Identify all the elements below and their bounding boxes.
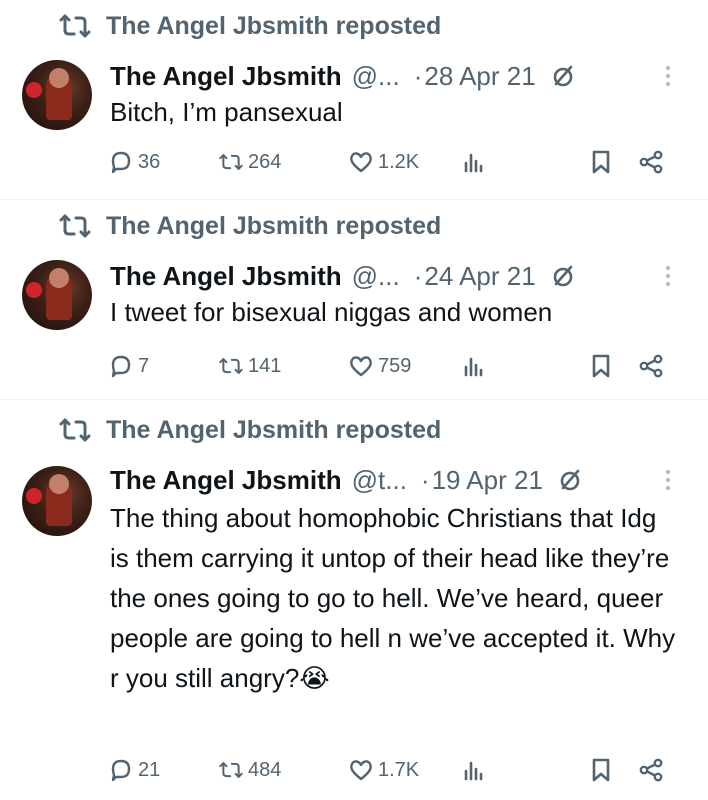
tweet-header: The Angel Jbsmith @... · 28 Apr 21 [110,56,678,96]
tweet[interactable]: The Angel Jbsmith reposted The Angel Jbs… [0,0,708,200]
reply-count: 7 [138,354,150,377]
tweet-actions: 36 264 1.2K [108,142,678,182]
tweet-date[interactable]: 19 Apr 21 [432,465,543,496]
share-icon [639,150,663,174]
repost-icon [59,214,91,238]
bookmark-button[interactable] [588,750,614,790]
tweet-text: Bitch, I’m pansexual [110,97,343,127]
tweet-text: I tweet for bisexual niggas and women [110,297,553,327]
views-icon [464,153,483,173]
avatar[interactable] [22,60,92,130]
tweet-text: The thing about homophobic Christians th… [110,503,683,693]
share-button[interactable] [638,346,664,386]
tweet-header: The Angel Jbsmith @t... · 19 Apr 21 [110,460,678,500]
edited-icon [553,65,572,87]
retweet-icon [219,154,243,170]
reply-count: 21 [138,758,161,781]
like-button[interactable]: 1.2K [348,142,419,182]
retweet-icon [219,358,243,374]
timeline-feed: The Angel Jbsmith reposted The Angel Jbs… [0,0,708,800]
views-icon [464,761,483,781]
heart-icon [350,356,372,377]
like-count: 1.2K [378,150,420,173]
repost-indicator: The Angel Jbsmith reposted [58,414,441,446]
reply-icon [111,355,131,378]
retweet-icon [219,762,243,778]
bookmark-icon [592,150,610,174]
repost-icon [59,14,91,38]
repost-user-name[interactable]: The Angel Jbsmith [106,416,329,444]
views-button[interactable] [460,346,486,386]
retweet-button[interactable]: 264 [218,142,281,182]
more-icon[interactable] [658,56,678,96]
bookmark-icon [592,758,610,782]
tweet[interactable]: The Angel Jbsmith reposted The Angel Jbs… [0,200,708,400]
views-icon [464,357,483,377]
more-icon[interactable] [658,256,678,296]
heart-icon [350,152,372,173]
reply-icon [111,151,131,174]
repost-label: reposted [335,415,442,444]
avatar[interactable] [22,260,92,330]
retweet-count: 264 [248,150,282,173]
reply-button[interactable]: 21 [108,750,160,790]
more-icon[interactable] [658,460,678,500]
repost-indicator: The Angel Jbsmith reposted [58,210,441,242]
edited-icon [553,265,572,287]
reply-button[interactable]: 36 [108,142,160,182]
separator-dot: · [420,464,430,495]
repost-label: reposted [335,211,442,240]
author-handle[interactable]: @... [352,61,400,92]
views-button[interactable] [460,142,486,182]
retweet-button[interactable]: 141 [218,346,281,386]
share-button[interactable] [638,750,664,790]
share-icon [639,758,663,782]
tweet-header: The Angel Jbsmith @... · 24 Apr 21 [110,256,678,296]
like-button[interactable]: 1.7K [348,750,419,790]
repost-icon [59,418,91,442]
like-count: 759 [378,354,412,377]
repost-label: reposted [335,11,442,40]
reply-button[interactable]: 7 [108,346,149,386]
tweet[interactable]: The Angel Jbsmith reposted The Angel Jbs… [0,400,708,800]
separator-dot: · [413,260,423,291]
retweet-count: 141 [248,354,282,377]
repost-user-name[interactable]: The Angel Jbsmith [106,212,329,240]
like-count: 1.7K [378,758,420,781]
tweet-date[interactable]: 28 Apr 21 [424,61,535,92]
tweet-actions: 7 141 759 [108,346,678,386]
reply-icon [111,759,131,782]
share-icon [639,354,663,378]
repost-user-name[interactable]: The Angel Jbsmith [106,12,329,40]
views-button[interactable] [460,750,486,790]
author-handle[interactable]: @t... [352,465,407,496]
tweet-actions: 21 484 1.7K [108,750,678,790]
bookmark-button[interactable] [588,142,614,182]
heart-icon [350,760,372,781]
author-handle[interactable]: @... [352,261,400,292]
retweet-count: 484 [248,758,282,781]
share-button[interactable] [638,142,664,182]
edited-icon [560,469,580,491]
author-name[interactable]: The Angel Jbsmith [110,261,342,292]
author-name[interactable]: The Angel Jbsmith [110,61,342,92]
author-name[interactable]: The Angel Jbsmith [110,465,342,496]
avatar[interactable] [22,466,92,536]
reply-count: 36 [138,150,161,173]
like-button[interactable]: 759 [348,346,411,386]
repost-indicator: The Angel Jbsmith reposted [58,10,441,42]
tweet-date[interactable]: 24 Apr 21 [424,261,535,292]
bookmark-button[interactable] [588,346,614,386]
separator-dot: · [413,60,423,91]
bookmark-icon [592,354,610,378]
retweet-button[interactable]: 484 [218,750,281,790]
